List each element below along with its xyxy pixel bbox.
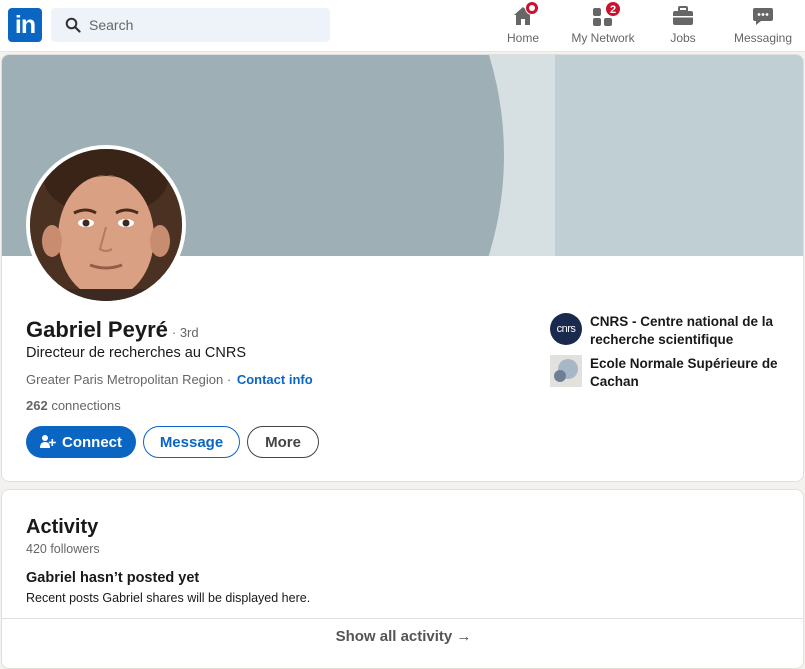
connect-button-label: Connect [62, 433, 122, 451]
activity-divider [2, 618, 803, 619]
profile-photo[interactable] [26, 145, 186, 305]
network-notification-badge: 2 [605, 1, 621, 17]
connection-degree: · 3rd [171, 325, 199, 340]
add-person-icon [40, 435, 56, 448]
connect-button[interactable]: Connect [26, 426, 136, 458]
profile-name: Gabriel Peyré [26, 317, 168, 342]
message-icon [753, 8, 773, 25]
organization-ens-cachan[interactable]: Ecole Normale Supérieure de Cachan [550, 355, 790, 391]
activity-empty-title: Gabriel hasn’t posted yet [26, 570, 200, 586]
profile-name-row: Gabriel Peyré · 3rd [26, 317, 199, 343]
nav-messaging-label: Messaging [733, 31, 793, 45]
activity-card: Activity 420 followers Gabriel hasn’t po… [1, 489, 804, 669]
banner-right-panel [555, 55, 803, 256]
message-button[interactable]: Message [143, 426, 240, 458]
activity-empty-subtitle: Recent posts Gabriel shares will be disp… [26, 591, 311, 605]
connections-label: connections [51, 398, 121, 413]
cnrs-logo: cnrs [550, 313, 582, 345]
activity-title: Activity [26, 516, 99, 538]
followers-count[interactable]: 420 followers [26, 542, 100, 556]
nav-messaging[interactable]: Messaging [731, 4, 795, 48]
nav-my-network-label: My Network [571, 31, 635, 45]
home-notification-dot [525, 1, 539, 15]
top-navigation: in Home 2 My Network [0, 0, 805, 52]
search-input[interactable] [89, 8, 319, 42]
profile-card: Gabriel Peyré · 3rd Directeur de recherch… [1, 54, 804, 482]
organization-ens-cachan-name: Ecole Normale Supérieure de Cachan [590, 356, 778, 389]
briefcase-icon [673, 6, 693, 25]
show-all-activity-link[interactable]: Show all activity → [2, 628, 803, 645]
profile-location-row: Greater Paris Metropolitan Region · Cont… [26, 372, 313, 387]
more-button-label: More [265, 433, 301, 451]
message-button-label: Message [159, 433, 224, 451]
connections-count[interactable]: 262 connections [26, 398, 121, 413]
nav-home-label: Home [506, 31, 539, 45]
profile-face-illustration [30, 149, 182, 301]
nav-jobs[interactable]: Jobs [663, 4, 703, 48]
connections-number: 262 [26, 398, 48, 413]
nav-home[interactable]: Home [500, 1, 546, 48]
contact-info-link[interactable]: Contact info [237, 372, 313, 387]
profile-headline: Directeur de recherches au CNRS [26, 345, 247, 361]
organization-cnrs-name: CNRS - Centre national de la recherche s… [590, 314, 774, 347]
search-bar[interactable] [51, 8, 330, 42]
more-button[interactable]: More [247, 426, 319, 458]
nav-my-network[interactable]: 2 My Network [566, 1, 640, 48]
linkedin-logo[interactable]: in [8, 8, 42, 42]
organization-cnrs[interactable]: cnrs CNRS - Centre national de la recher… [550, 313, 790, 349]
search-icon [65, 17, 81, 33]
profile-location: Greater Paris Metropolitan Region · [26, 372, 232, 387]
nav-jobs-label: Jobs [670, 31, 696, 45]
ens-cachan-logo [550, 355, 582, 387]
